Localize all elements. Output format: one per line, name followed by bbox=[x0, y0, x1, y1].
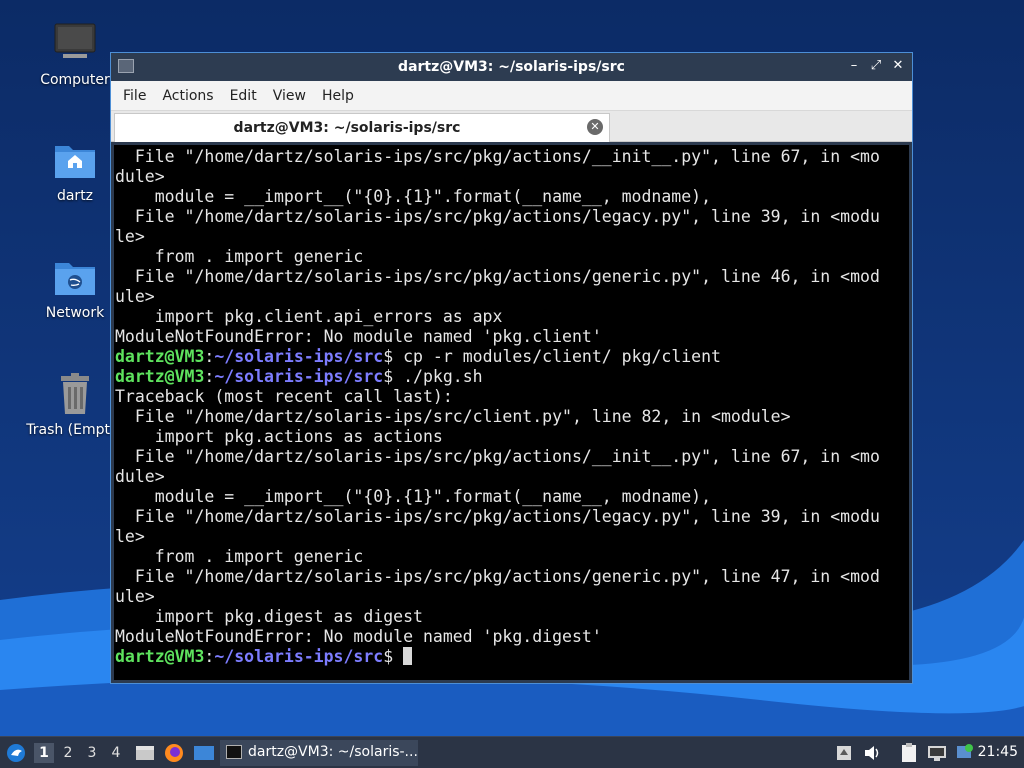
terminal-output-line: import pkg.client.api_errors as apx bbox=[115, 307, 503, 326]
terminal-output-line: ModuleNotFoundError: No module named 'pk… bbox=[115, 327, 602, 346]
workspace-2[interactable]: 2 bbox=[58, 743, 78, 763]
prompt-dollar: $ bbox=[383, 367, 394, 386]
prompt-path: ~/solaris-ips/src bbox=[214, 367, 384, 386]
prompt-path: ~/solaris-ips/src bbox=[214, 647, 384, 666]
terminal-output-line: module = __import__("{0}.{1}".format(__n… bbox=[115, 187, 712, 206]
terminal-command-line: dartz@VM3:~/solaris-ips/src$ bbox=[115, 647, 909, 667]
prompt-user: dartz@VM3 bbox=[115, 367, 205, 386]
prompt-separator: : bbox=[204, 347, 215, 366]
show-desktop-launcher[interactable] bbox=[192, 737, 216, 768]
terminal-output-line: from . import generic bbox=[115, 247, 364, 266]
command-text: ./pkg.sh bbox=[393, 367, 483, 386]
terminal-output-line: import pkg.actions as actions bbox=[115, 427, 443, 446]
network-icon bbox=[928, 746, 946, 761]
file-manager-launcher[interactable] bbox=[134, 737, 156, 768]
menubar: File Actions Edit View Help bbox=[111, 81, 912, 111]
firefox-icon bbox=[165, 744, 183, 762]
file-manager-icon bbox=[136, 746, 154, 760]
task-label: dartz@VM3: ~/solaris-... bbox=[248, 744, 418, 760]
window-title: dartz@VM3: ~/solaris-ips/src bbox=[398, 59, 625, 75]
terminal-window: dartz@VM3: ~/solaris-ips/src – ⤢ ✕ File … bbox=[110, 52, 913, 684]
volume-icon bbox=[865, 746, 879, 760]
terminal-command-line: dartz@VM3:~/solaris-ips/src$ ./pkg.sh bbox=[115, 367, 909, 387]
tab-close-icon[interactable]: ✕ bbox=[587, 119, 603, 135]
tray-updates[interactable] bbox=[834, 737, 854, 768]
window-titlebar[interactable]: dartz@VM3: ~/solaris-ips/src – ⤢ ✕ bbox=[111, 53, 912, 81]
close-button[interactable]: ✕ bbox=[890, 57, 906, 75]
update-icon bbox=[837, 746, 851, 760]
network-folder-icon bbox=[53, 255, 97, 299]
tab-strip: dartz@VM3: ~/solaris-ips/src ✕ bbox=[111, 111, 912, 142]
menu-edit[interactable]: Edit bbox=[222, 88, 265, 104]
terminal-output-line: ule> bbox=[115, 587, 155, 606]
workspace-3[interactable]: 3 bbox=[82, 743, 102, 763]
menu-actions[interactable]: Actions bbox=[154, 88, 221, 104]
home-folder-icon bbox=[53, 138, 97, 182]
tray-network[interactable] bbox=[926, 737, 948, 768]
clipboard-icon bbox=[902, 743, 916, 762]
terminal-output-line: File "/home/dartz/solaris-ips/src/pkg/ac… bbox=[115, 447, 880, 466]
terminal-cursor bbox=[403, 647, 413, 665]
maximize-button[interactable]: ⤢ bbox=[868, 57, 884, 75]
workspace-1[interactable]: 1 bbox=[34, 743, 54, 763]
menu-file[interactable]: File bbox=[115, 88, 154, 104]
prompt-separator: : bbox=[204, 367, 215, 386]
terminal-output-line: dule> bbox=[115, 467, 165, 486]
terminal-output-line: from . import generic bbox=[115, 547, 364, 566]
status-icon bbox=[957, 744, 973, 758]
prompt-user: dartz@VM3 bbox=[115, 347, 205, 366]
tray-clipboard[interactable] bbox=[898, 737, 920, 768]
terminal-output-line: Traceback (most recent call last): bbox=[115, 387, 453, 406]
taskbar-task-terminal[interactable]: dartz@VM3: ~/solaris-... bbox=[220, 740, 418, 766]
terminal-text: File "/home/dartz/solaris-ips/src/pkg/ac… bbox=[114, 145, 909, 667]
tray-status[interactable] bbox=[954, 737, 976, 768]
trash-icon bbox=[53, 372, 97, 416]
prompt-separator: : bbox=[204, 647, 215, 666]
tray-volume[interactable] bbox=[862, 737, 882, 768]
menu-view[interactable]: View bbox=[265, 88, 314, 104]
prompt-user: dartz@VM3 bbox=[115, 647, 205, 666]
taskbar-clock[interactable]: 21:45 bbox=[978, 744, 1018, 760]
app-menu-button[interactable] bbox=[4, 737, 28, 768]
taskbar: 1 2 3 4 dartz@VM3: ~/solaris-... 21:45 bbox=[0, 736, 1024, 768]
terminal-output-line: ule> bbox=[115, 287, 155, 306]
terminal-output-line: File "/home/dartz/solaris-ips/src/pkg/ac… bbox=[115, 567, 880, 586]
terminal-output-line: File "/home/dartz/solaris-ips/src/pkg/ac… bbox=[115, 507, 880, 526]
terminal-output-line: File "/home/dartz/solaris-ips/src/pkg/ac… bbox=[115, 267, 880, 286]
terminal-output[interactable]: File "/home/dartz/solaris-ips/src/pkg/ac… bbox=[114, 145, 909, 680]
terminal-output-line: le> bbox=[115, 527, 145, 546]
terminal-output-line: ModuleNotFoundError: No module named 'pk… bbox=[115, 627, 602, 646]
terminal-output-line: File "/home/dartz/solaris-ips/src/client… bbox=[115, 407, 791, 426]
terminal-output-line: le> bbox=[115, 227, 145, 246]
desktop-icon bbox=[194, 746, 214, 760]
terminal-task-icon bbox=[226, 745, 242, 759]
command-text: cp -r modules/client/ pkg/client bbox=[393, 347, 721, 366]
prompt-dollar: $ bbox=[383, 347, 394, 366]
terminal-output-line: dule> bbox=[115, 167, 165, 186]
terminal-tab[interactable]: dartz@VM3: ~/solaris-ips/src ✕ bbox=[114, 113, 610, 142]
minimize-button[interactable]: – bbox=[846, 57, 862, 75]
firefox-launcher[interactable] bbox=[162, 737, 186, 768]
computer-icon bbox=[53, 22, 97, 66]
menu-help[interactable]: Help bbox=[314, 88, 362, 104]
terminal-output-line: module = __import__("{0}.{1}".format(__n… bbox=[115, 487, 712, 506]
workspace-4[interactable]: 4 bbox=[106, 743, 126, 763]
tab-label: dartz@VM3: ~/solaris-ips/src bbox=[233, 120, 461, 136]
prompt-path: ~/solaris-ips/src bbox=[214, 347, 384, 366]
terminal-output-line: File "/home/dartz/solaris-ips/src/pkg/ac… bbox=[115, 147, 880, 166]
terminal-output-line: File "/home/dartz/solaris-ips/src/pkg/ac… bbox=[115, 207, 880, 226]
command-text bbox=[393, 647, 403, 666]
terminal-command-line: dartz@VM3:~/solaris-ips/src$ cp -r modul… bbox=[115, 347, 909, 367]
prompt-dollar: $ bbox=[383, 647, 394, 666]
lubuntu-logo-icon bbox=[7, 744, 25, 762]
terminal-output-line: import pkg.digest as digest bbox=[115, 607, 423, 626]
